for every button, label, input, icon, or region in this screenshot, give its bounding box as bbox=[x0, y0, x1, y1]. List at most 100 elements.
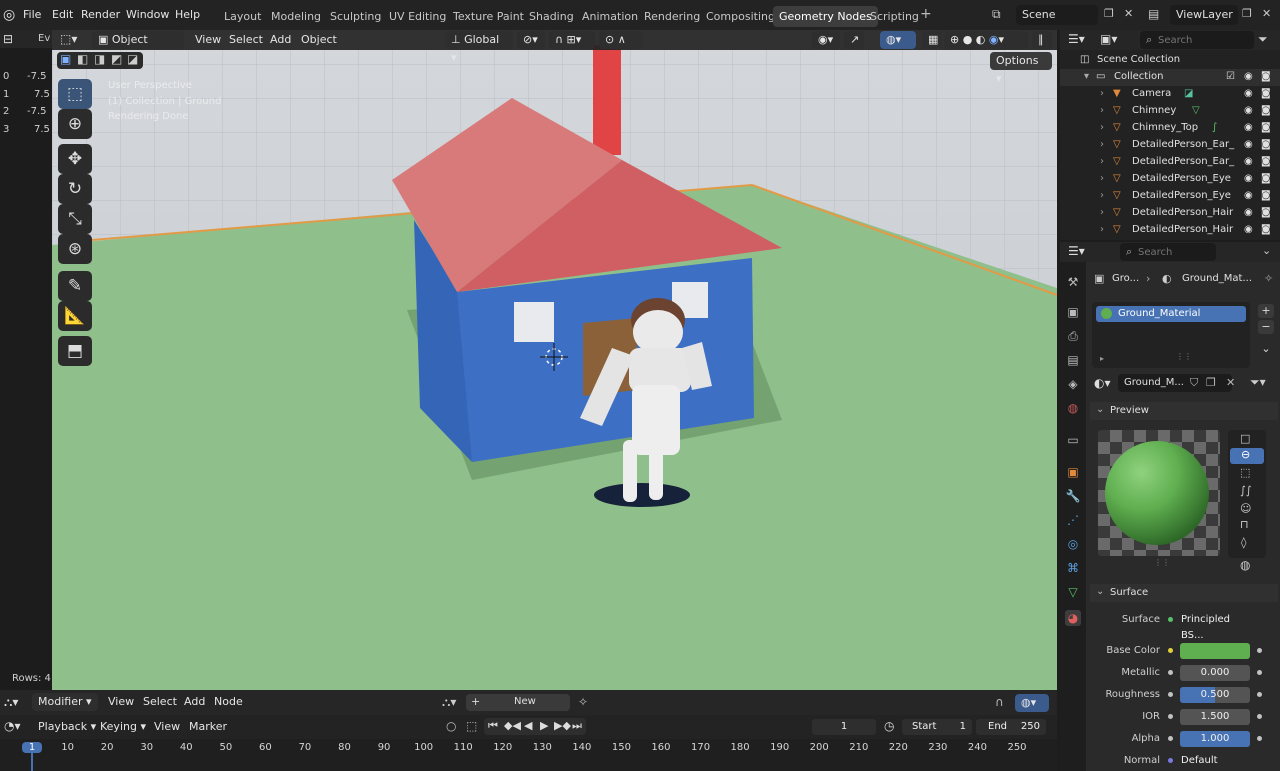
view-layer-field[interactable]: ViewLayer bbox=[1170, 5, 1238, 25]
preview-range-icon[interactable]: ◷ bbox=[884, 719, 894, 733]
menu-window[interactable]: Window bbox=[126, 8, 169, 21]
gizmo-icon[interactable]: ↗ bbox=[844, 31, 864, 49]
outliner-row-chimney-top[interactable]: › ▽ Chimney_Top ∫ ◉ ◙ bbox=[1060, 120, 1280, 137]
outliner-search-field[interactable]: ⌕ bbox=[1140, 31, 1254, 49]
menu-view[interactable]: View bbox=[102, 692, 140, 712]
keying-menu[interactable]: Keying ▾ bbox=[94, 717, 152, 737]
pause-render-icon[interactable]: ∥ bbox=[1032, 31, 1052, 49]
camera-render-icon[interactable]: ◙ bbox=[1261, 190, 1271, 201]
eye-icon[interactable]: ◉ bbox=[1244, 224, 1253, 235]
outliner-row-chimney[interactable]: › ▽ Chimney ▽ ◉ ◙ bbox=[1060, 103, 1280, 120]
menu-node[interactable]: Node bbox=[208, 692, 249, 712]
render-tab-icon[interactable]: ▣ bbox=[1065, 304, 1081, 320]
camera-render-icon[interactable]: ◙ bbox=[1261, 139, 1271, 150]
chevron-right-icon[interactable]: › bbox=[1100, 156, 1104, 167]
cube-preview-icon[interactable]: ⬚ bbox=[1240, 466, 1250, 479]
play-reverse-icon[interactable]: ◀ bbox=[524, 719, 532, 732]
select-intersect-icon[interactable]: ◪ bbox=[127, 52, 138, 66]
current-frame-field[interactable]: 1 bbox=[812, 719, 876, 735]
menu-add[interactable]: Add bbox=[178, 692, 211, 712]
chevron-right-icon[interactable]: › bbox=[1100, 207, 1104, 218]
keyframe-dot-icon[interactable] bbox=[1257, 736, 1262, 741]
delete-scene-icon[interactable]: ✕ bbox=[1124, 7, 1133, 20]
properties-search-field[interactable]: ⌕ bbox=[1120, 243, 1216, 261]
scene-selector-icon[interactable]: ⧉ bbox=[992, 7, 1001, 22]
camera-render-icon[interactable]: ◙ bbox=[1261, 105, 1271, 116]
eye-icon[interactable]: ◉ bbox=[1244, 156, 1253, 167]
visibility-icon[interactable]: ◉▾ bbox=[812, 31, 840, 49]
current-frame-marker[interactable]: 1 bbox=[22, 742, 42, 753]
workspace-tab-rendering[interactable]: Rendering bbox=[638, 6, 706, 27]
eye-icon[interactable]: ◉ bbox=[1244, 88, 1253, 99]
checkbox-icon[interactable]: ☑ bbox=[1226, 71, 1235, 82]
scale-tool-icon[interactable]: ⤡ bbox=[58, 204, 92, 234]
annotate-tool-icon[interactable]: ✎ bbox=[58, 271, 92, 301]
shading-modes[interactable]: ⊕ ● ◐ ◉▾ bbox=[944, 31, 1028, 49]
mesh-data-icon[interactable]: ∫ bbox=[1212, 122, 1217, 133]
physics-tab-icon[interactable]: ◎ bbox=[1065, 536, 1081, 552]
menu-view[interactable]: View bbox=[148, 717, 186, 737]
record-icon[interactable]: ○ bbox=[446, 719, 456, 733]
jump-start-icon[interactable]: ⏮ bbox=[488, 719, 498, 733]
outliner-row-person-ear[interactable]: › ▽ DetailedPerson_Ear_ ◉ ◙ bbox=[1060, 137, 1280, 154]
keyframe-dot-icon[interactable] bbox=[1257, 692, 1262, 697]
editor-type-icon[interactable]: ⬚▾ bbox=[60, 32, 77, 46]
roughness-field[interactable]: 0.500 bbox=[1180, 687, 1250, 703]
chevron-down-icon[interactable]: ▾ bbox=[1084, 71, 1089, 82]
menu-render[interactable]: Render bbox=[81, 8, 120, 21]
end-frame-field[interactable]: End 250 bbox=[976, 719, 1046, 735]
normal-field[interactable]: Default bbox=[1178, 753, 1250, 769]
resize-grip-icon[interactable]: ⋮⋮ bbox=[1176, 352, 1192, 361]
transform-orientation-selector[interactable]: ⊥ Global ▾ bbox=[445, 31, 513, 64]
camera-render-icon[interactable]: ◙ bbox=[1261, 71, 1271, 82]
chevron-right-icon[interactable]: › bbox=[1100, 105, 1104, 116]
outliner-row-collection[interactable]: ▾ ▭ Collection ☑ ◉ ◙ bbox=[1060, 69, 1280, 86]
tool-tab-icon[interactable]: ⚒ bbox=[1065, 274, 1081, 290]
eye-icon[interactable]: ◉ bbox=[1244, 207, 1253, 218]
eye-icon[interactable]: ◉ bbox=[1244, 71, 1253, 82]
eye-icon[interactable]: ◉ bbox=[1244, 190, 1253, 201]
rendered-shading-icon[interactable]: ◉ bbox=[989, 33, 999, 46]
select-new-icon[interactable]: ▣ bbox=[60, 52, 71, 66]
node-tree-browse-icon[interactable]: ⛬▾ bbox=[442, 695, 456, 710]
duplicate-material-icon[interactable]: ❐ bbox=[1206, 376, 1216, 389]
blender-logo-icon[interactable]: ◎ bbox=[3, 7, 15, 23]
outliner-search-input[interactable] bbox=[1158, 33, 1248, 47]
workspace-tab-texture-paint[interactable]: Texture Paint bbox=[447, 6, 530, 27]
rotate-tool-icon[interactable]: ↻ bbox=[58, 174, 92, 204]
new-node-tree-button[interactable]: + New bbox=[466, 694, 570, 711]
menu-select[interactable]: Select bbox=[223, 30, 269, 50]
properties-editor-icon[interactable]: ☰▾ bbox=[1068, 244, 1085, 258]
mesh-data-icon[interactable]: ▽ bbox=[1192, 105, 1200, 116]
selection-mode-toggles[interactable]: ▣ ◧ ◨ ◩ ◪ bbox=[57, 52, 143, 69]
output-tab-icon[interactable]: ⎙ bbox=[1065, 328, 1081, 344]
camera-data-icon[interactable]: ◪ bbox=[1184, 88, 1193, 99]
chevron-down-icon[interactable]: ⌄ bbox=[1262, 244, 1271, 257]
workspace-tab-shading[interactable]: Shading bbox=[523, 6, 580, 27]
preview-panel-header[interactable]: ⌄ Preview bbox=[1090, 402, 1278, 420]
outliner-row-person-ear[interactable]: › ▽ DetailedPerson_Ear_ ◉ ◙ bbox=[1060, 154, 1280, 171]
select-box-tool-icon[interactable]: ⬚ bbox=[58, 79, 92, 109]
menu-file[interactable]: File bbox=[23, 8, 41, 21]
workspace-tab-scripting[interactable]: Scripting bbox=[864, 6, 925, 27]
workspace-tab-layout[interactable]: Layout bbox=[218, 6, 267, 27]
select-invert-icon[interactable]: ◩ bbox=[111, 52, 122, 66]
expand-arrow-icon[interactable]: ▸ bbox=[1100, 354, 1104, 363]
chevron-right-icon[interactable]: › bbox=[1100, 139, 1104, 150]
chevron-right-icon[interactable]: › bbox=[1100, 173, 1104, 184]
base-color-swatch[interactable] bbox=[1180, 643, 1250, 659]
scene-tab-icon[interactable]: ◈ bbox=[1065, 376, 1081, 392]
outliner-row-person-hair[interactable]: › ▽ DetailedPerson_Hair ◉ ◙ bbox=[1060, 205, 1280, 222]
sphere-preview-button[interactable]: ⊖ bbox=[1230, 448, 1264, 464]
camera-render-icon[interactable]: ◙ bbox=[1261, 122, 1271, 133]
chevron-right-icon[interactable]: › bbox=[1100, 190, 1104, 201]
scene-name-field[interactable]: Scene bbox=[1016, 5, 1098, 25]
menu-add[interactable]: Add bbox=[264, 30, 297, 50]
add-cube-tool-icon[interactable]: ⬒ bbox=[58, 336, 92, 366]
menu-select[interactable]: Select bbox=[137, 692, 183, 712]
keyframe-dot-icon[interactable] bbox=[1257, 648, 1262, 653]
transform-tool-icon[interactable]: ⊛ bbox=[58, 234, 92, 264]
menu-help[interactable]: Help bbox=[175, 8, 200, 21]
camera-render-icon[interactable]: ◙ bbox=[1261, 173, 1271, 184]
add-slot-button[interactable]: + bbox=[1258, 304, 1274, 318]
